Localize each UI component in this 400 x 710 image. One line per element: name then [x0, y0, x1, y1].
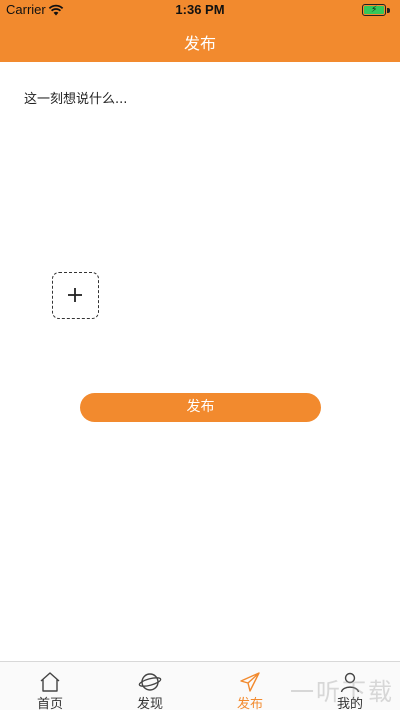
battery-icon: ⚡ [362, 4, 386, 16]
post-content-input[interactable] [24, 88, 376, 248]
battery-cap [387, 8, 390, 13]
tab-mine[interactable]: 我的 [300, 662, 400, 710]
add-image-button[interactable] [52, 272, 99, 319]
tab-discover[interactable]: 发现 [100, 662, 200, 710]
page-title: 发布 [183, 34, 216, 53]
tab-label: 我的 [336, 697, 363, 710]
charging-bolt-icon: ⚡ [371, 5, 378, 15]
tab-home[interactable]: 首页 [0, 662, 100, 710]
home-icon [40, 672, 60, 692]
tab-bar: 首页 发现 发布 我的 [0, 661, 400, 710]
tab-label: 发布 [236, 697, 263, 710]
tab-label: 发现 [136, 697, 163, 710]
status-time: 1:36 PM [175, 2, 225, 17]
plus-icon [68, 288, 82, 302]
planet-icon [138, 673, 162, 691]
tab-label: 首页 [36, 697, 63, 710]
status-bar: Carrier 1:36 PM ⚡ [0, 0, 400, 20]
paper-plane-icon [240, 672, 260, 692]
user-icon [340, 672, 360, 693]
publish-button[interactable]: 发布 [80, 393, 321, 422]
tab-publish[interactable]: 发布 [200, 662, 300, 710]
header: Carrier 1:36 PM ⚡ 发布 [0, 0, 400, 62]
